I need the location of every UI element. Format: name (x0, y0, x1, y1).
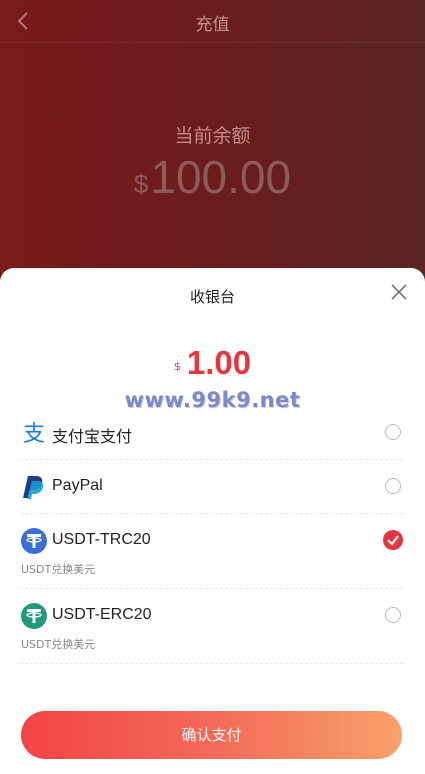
payment-method-paypal[interactable]: PayPal (20, 471, 403, 503)
alipay-icon: 支 (20, 419, 48, 447)
svg-text:支: 支 (23, 422, 45, 447)
top-bar: 充值 (0, 0, 425, 43)
method-label: PayPal (52, 477, 103, 494)
payment-method-alipay[interactable]: 支 支付宝支付 (20, 417, 403, 449)
close-icon (391, 284, 407, 300)
divider (20, 459, 403, 460)
divider (20, 663, 403, 664)
method-subtitle: USDT兑换美元 (21, 638, 96, 651)
check-icon (387, 535, 399, 546)
page-title: 充值 (195, 15, 230, 35)
pay-amount: $1.00 (0, 344, 425, 382)
payment-method-usdt-trc20[interactable]: USDT-TRC20 USDT兑换美元 (20, 525, 403, 576)
method-label: 支付宝支付 (52, 429, 133, 446)
method-radio[interactable] (385, 424, 401, 440)
method-label: USDT-TRC20 (52, 531, 151, 548)
balance-currency: $ (133, 169, 149, 199)
method-radio[interactable] (385, 478, 401, 494)
cashier-title: 收银台 (189, 288, 235, 306)
tether-icon (20, 527, 48, 555)
method-label: USDT-ERC20 (52, 606, 152, 623)
balance-label: 当前余额 (174, 125, 251, 147)
cashier-sheet: 收银台 $1.00 www.99k9.net (0, 268, 425, 774)
watermark-text: www.99k9.net (124, 388, 301, 412)
method-subtitle: USDT兑换美元 (21, 563, 96, 576)
method-radio-checked[interactable] (383, 530, 403, 550)
payment-method-usdt-erc20[interactable]: USDT-ERC20 USDT兑换美元 (20, 600, 403, 651)
paypal-icon (20, 473, 48, 501)
pay-amount-currency: $ (173, 360, 181, 373)
divider (20, 513, 403, 514)
method-radio[interactable] (385, 607, 401, 623)
confirm-pay-button[interactable]: 确认支付 (21, 711, 402, 759)
close-button[interactable] (389, 282, 409, 302)
pay-amount-value: 1.00 (186, 344, 252, 381)
balance-amount: 100.00 (150, 151, 292, 203)
divider (20, 588, 403, 589)
tether-icon (20, 602, 48, 630)
balance-value: $100.00 (0, 150, 425, 204)
